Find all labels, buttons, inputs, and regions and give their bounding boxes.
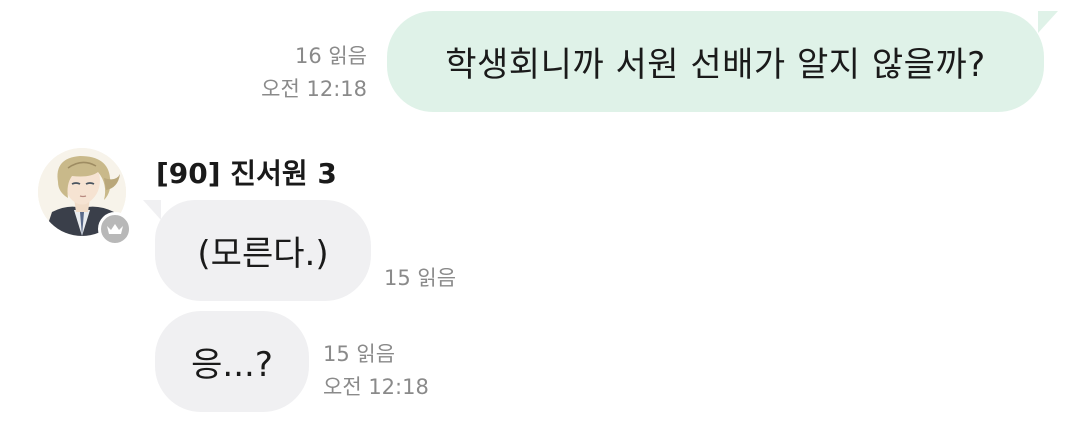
crown-icon <box>107 224 123 234</box>
outgoing-read-count: 16 읽음 <box>294 44 367 68</box>
incoming-timestamp: 오전 12:18 <box>323 375 429 399</box>
outgoing-message-meta: 16 읽음 오전 12:18 <box>261 40 367 106</box>
crown-badge <box>98 212 132 246</box>
sender-avatar-container[interactable] <box>38 148 132 246</box>
incoming-message-text: 응...? <box>191 345 273 385</box>
incoming-message-bubble[interactable]: 응...? <box>155 311 309 412</box>
incoming-message-bubble[interactable]: (모른다.) <box>143 200 371 301</box>
incoming-message-text: (모른다.) <box>197 234 329 274</box>
sender-name[interactable]: [90] 진서원 3 <box>156 152 337 192</box>
incoming-message-meta: 15 읽음 오전 12:18 <box>323 338 429 404</box>
incoming-read-count: 15 읽음 <box>384 266 457 290</box>
outgoing-message-bubble[interactable]: 학생회니까 서원 선배가 알지 않을까? <box>387 11 1058 112</box>
outgoing-timestamp: 오전 12:18 <box>261 77 367 101</box>
incoming-read-count: 15 읽음 <box>323 342 396 366</box>
incoming-bubble-tail <box>143 200 161 220</box>
incoming-message-meta: 15 읽음 <box>384 262 456 295</box>
outgoing-message-text: 학생회니까 서원 선배가 알지 않을까? <box>445 45 986 85</box>
outgoing-bubble-tail <box>1038 11 1058 33</box>
